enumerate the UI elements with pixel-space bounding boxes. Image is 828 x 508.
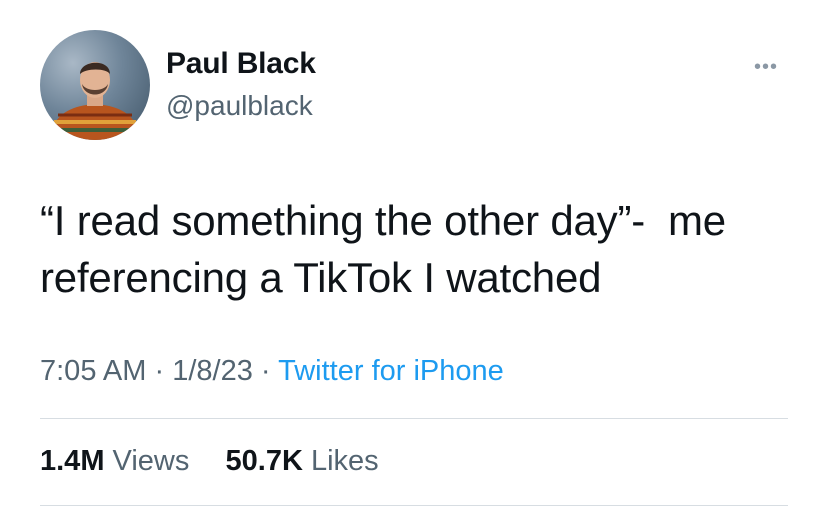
likes-count: 50.7K [225,445,303,477]
tweet-stats: 1.4M Views 50.7K Likes [40,445,379,478]
divider [40,418,788,419]
divider [40,505,788,506]
author-name[interactable]: Paul Black [166,47,316,81]
meta-separator: · [260,355,271,387]
meta-separator: · [154,355,165,387]
likes-label: Likes [310,445,379,477]
author-handle[interactable]: @paulblack [166,90,313,122]
more-options-icon[interactable]: ••• [754,56,778,79]
likes-stat[interactable]: 50.7K Likes [226,445,379,477]
tweet-date[interactable]: 1/8/23 [172,355,253,387]
views-label: Views [112,445,190,477]
tweet-source-link[interactable]: Twitter for iPhone [278,355,504,387]
views-count: 1.4M [40,445,105,477]
tweet-text: “I read something the other day”- me ref… [40,197,738,301]
avatar-photo [50,62,140,140]
avatar[interactable] [40,30,150,140]
tweet-meta: 7:05 AM · 1/8/23 · Twitter for iPhone [40,355,504,388]
tweet-time[interactable]: 7:05 AM [40,355,146,387]
views-stat[interactable]: 1.4M Views [40,445,197,477]
